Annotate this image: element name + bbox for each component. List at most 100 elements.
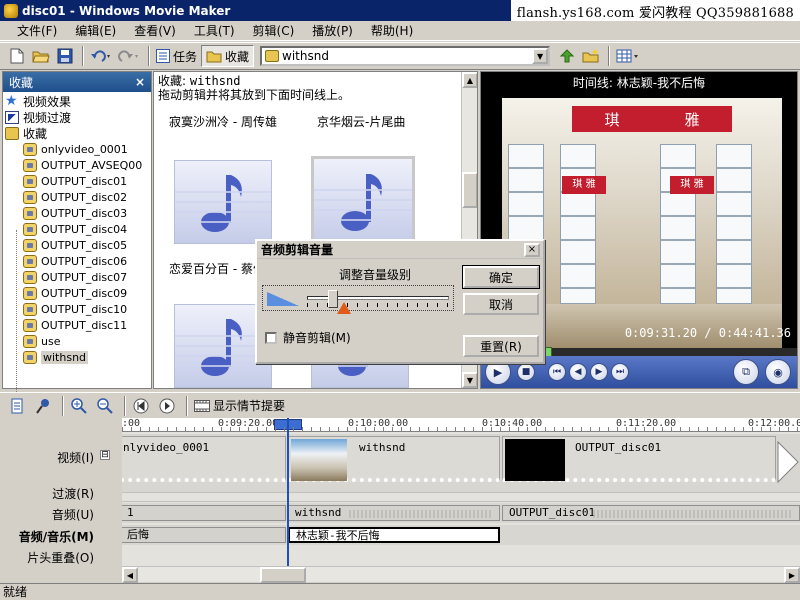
- scroll-right-icon[interactable]: ▶: [784, 567, 800, 583]
- tree-item-collection[interactable]: onlyvideo_0001: [3, 141, 151, 157]
- narrate-timeline-button[interactable]: [32, 395, 54, 417]
- zoom-out-button[interactable]: [94, 395, 116, 417]
- timeline-music-clip[interactable]: 后悔: [122, 527, 286, 543]
- forward-button[interactable]: ▶: [590, 363, 608, 381]
- tree-item-label: OUTPUT_disc05: [41, 238, 128, 252]
- track-label-video[interactable]: 视频(I): [57, 449, 94, 466]
- tree-item-collection[interactable]: OUTPUT_disc10: [3, 301, 151, 317]
- menu-help[interactable]: 帮助(H): [362, 22, 422, 39]
- menu-file[interactable]: 文件(F): [8, 22, 66, 39]
- play-timeline-button[interactable]: [156, 395, 178, 417]
- timeline-music-clip-selected[interactable]: 林志颖-我不后悔: [288, 527, 500, 543]
- tree-item-collection-selected[interactable]: withsnd: [3, 349, 151, 365]
- track-label-audio[interactable]: 音频(U): [52, 506, 94, 523]
- staff-lines: [314, 189, 412, 229]
- track-label-transition[interactable]: 过渡(R): [52, 485, 94, 502]
- rewind-timeline-button[interactable]: [130, 395, 152, 417]
- save-project-button[interactable]: [54, 45, 76, 67]
- scroll-up-icon[interactable]: ▲: [462, 72, 477, 88]
- collection-icon: [23, 206, 37, 220]
- new-collection-button[interactable]: [580, 45, 602, 67]
- undo-button[interactable]: [88, 45, 114, 67]
- timeline[interactable]: 0:00 0:09:20.00 0:10:00.00 0:10:40.00 0:…: [122, 418, 800, 566]
- tree-item-collection[interactable]: OUTPUT_disc01: [3, 173, 151, 189]
- timeline-video-clip[interactable]: withsnd: [288, 436, 500, 482]
- show-storyboard-button[interactable]: 显示情节提要: [192, 395, 287, 417]
- volume-slider[interactable]: [262, 285, 454, 314]
- menu-view[interactable]: 查看(V): [125, 22, 185, 39]
- tree-item-video-transitions[interactable]: 视频过渡: [3, 109, 151, 125]
- toolbar-separator: [82, 46, 84, 66]
- stop-button[interactable]: ■: [517, 363, 535, 381]
- tree-item-collection[interactable]: OUTPUT_disc11: [3, 317, 151, 333]
- open-project-button[interactable]: [30, 45, 52, 67]
- close-icon[interactable]: ×: [524, 242, 540, 257]
- close-icon[interactable]: ×: [135, 75, 145, 89]
- new-project-button[interactable]: [6, 45, 28, 67]
- reset-button[interactable]: 重置(R): [463, 335, 539, 357]
- mute-clip-checkbox[interactable]: 静音剪辑(M): [265, 329, 351, 346]
- views-button[interactable]: [614, 45, 642, 67]
- set-audio-levels-button[interactable]: [6, 395, 28, 417]
- collections-button[interactable]: 收藏: [201, 45, 255, 67]
- up-one-level-button[interactable]: [556, 45, 578, 67]
- audio-levels-icon: [11, 398, 23, 413]
- tree-item-collection[interactable]: OUTPUT_disc06: [3, 253, 151, 269]
- timeline-ruler[interactable]: 0:00 0:09:20.00 0:10:00.00 0:10:40.00 0:…: [122, 418, 800, 432]
- collection-icon: [23, 222, 37, 236]
- scrollbar-thumb[interactable]: [462, 172, 477, 208]
- collection-select[interactable]: withsnd ▼: [260, 46, 551, 66]
- take-picture-button[interactable]: ◉: [765, 359, 791, 385]
- track-label-title-overlay[interactable]: 片头重叠(O): [27, 549, 94, 566]
- track-label-audio-music[interactable]: 音频/音乐(M): [19, 528, 94, 545]
- default-level-marker: [337, 302, 351, 314]
- ok-button[interactable]: 确定: [462, 265, 540, 289]
- tree-item-collection[interactable]: OUTPUT_AVSEQ00: [3, 157, 151, 173]
- timeline-audio-clip[interactable]: 1: [122, 505, 286, 521]
- tree-item-collection[interactable]: OUTPUT_disc05: [3, 237, 151, 253]
- menu-edit[interactable]: 编辑(E): [66, 22, 125, 39]
- clip-name: 林志颖-我不后悔: [296, 529, 380, 542]
- new-folder-icon: [582, 49, 599, 63]
- checkbox[interactable]: [265, 331, 277, 344]
- tree-item-label: 视频效果: [23, 94, 72, 109]
- menu-tools[interactable]: 工具(T): [185, 22, 244, 39]
- timeline-horizontal-scrollbar[interactable]: ◀ ▶: [122, 566, 800, 583]
- title-overlay-track[interactable]: [122, 546, 800, 566]
- tree-item-label: OUTPUT_disc01: [41, 174, 128, 188]
- menu-play[interactable]: 播放(P): [303, 22, 362, 39]
- split-clip-button[interactable]: ⧉: [733, 359, 759, 385]
- zoom-in-button[interactable]: [68, 395, 90, 417]
- playhead-line: [287, 418, 289, 566]
- timeline-video-clip[interactable]: OUTPUT_disc01: [502, 436, 776, 482]
- tree-item-collection[interactable]: OUTPUT_disc07: [3, 269, 151, 285]
- scroll-down-icon[interactable]: ▼: [462, 372, 477, 388]
- scrollbar-thumb[interactable]: [260, 567, 306, 583]
- transition-icon: [5, 110, 19, 124]
- scroll-left-icon[interactable]: ◀: [122, 567, 138, 583]
- tree-item-collection[interactable]: OUTPUT_disc04: [3, 221, 151, 237]
- tree-item-collections[interactable]: 收藏: [3, 125, 151, 141]
- menu-clip[interactable]: 剪辑(C): [244, 22, 304, 39]
- rewind-button[interactable]: ◀: [569, 363, 587, 381]
- tree-item-collection[interactable]: OUTPUT_disc03: [3, 205, 151, 221]
- tree-item-collection[interactable]: use: [3, 333, 151, 349]
- cancel-button[interactable]: 取消: [463, 293, 539, 315]
- previous-frame-button[interactable]: ⏮: [548, 363, 566, 381]
- chevron-down-icon[interactable]: ▼: [532, 48, 549, 64]
- tree-item-collection[interactable]: OUTPUT_disc09: [3, 285, 151, 301]
- timeline-audio-clip[interactable]: withsnd: [288, 505, 500, 521]
- next-frame-button[interactable]: ⏭: [611, 363, 629, 381]
- redo-button[interactable]: [116, 45, 142, 67]
- play-icon: [159, 398, 175, 413]
- audio-clip-thumbnail[interactable]: [174, 160, 272, 244]
- transition-track[interactable]: [122, 492, 800, 502]
- timeline-video-clip[interactable]: nlyvideo_0001: [122, 436, 286, 482]
- tree-item-video-effects[interactable]: ★ 视频效果: [3, 93, 151, 109]
- timeline-audio-clip[interactable]: OUTPUT_disc01: [502, 505, 800, 521]
- tasks-button[interactable]: 任务: [154, 45, 199, 67]
- tree-item-collection[interactable]: OUTPUT_disc02: [3, 189, 151, 205]
- audio-clip-thumbnail-selected[interactable]: [311, 156, 415, 246]
- status-text: 就绪: [3, 585, 28, 599]
- collapse-icon[interactable]: ⊟: [100, 450, 110, 460]
